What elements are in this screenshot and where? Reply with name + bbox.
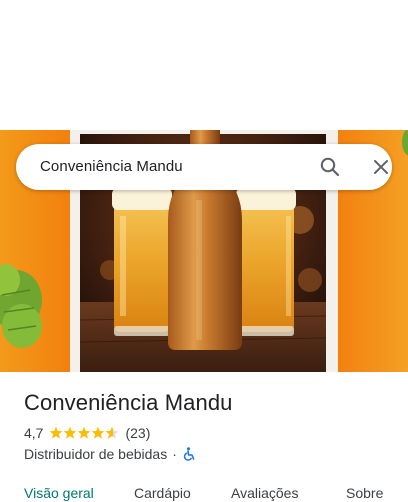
- tab-reviews[interactable]: Avaliações: [231, 485, 298, 501]
- search-bar[interactable]: Conveniência Mandu: [16, 144, 392, 190]
- close-icon[interactable]: [369, 155, 393, 179]
- place-category[interactable]: Distribuidor de bebidas: [24, 446, 167, 462]
- star-icon: [64, 426, 77, 439]
- category-row: Distribuidor de bebidas ·: [24, 445, 196, 463]
- star-rating: [49, 426, 119, 440]
- place-title: Conveniência Mandu: [24, 390, 233, 415]
- review-count[interactable]: (23): [125, 425, 150, 441]
- rating-value: 4,7: [24, 425, 44, 441]
- place-info-panel: Conveniência Mandu 4,7 (23) Distribuidor…: [0, 372, 408, 502]
- map-area-blank: [0, 0, 408, 130]
- tab-menu[interactable]: Cardápio: [134, 485, 191, 501]
- place-tabs: Visão geral Cardápio Avaliações Sobre: [0, 482, 408, 502]
- star-icon: [92, 426, 105, 439]
- rating-row[interactable]: 4,7 (23): [24, 424, 150, 442]
- wheelchair-icon[interactable]: [182, 447, 196, 461]
- search-icon[interactable]: [318, 155, 342, 179]
- tab-overview[interactable]: Visão geral: [24, 485, 94, 501]
- star-icon: [78, 426, 91, 439]
- search-input[interactable]: Conveniência Mandu: [40, 158, 183, 175]
- separator-dot: ·: [172, 446, 177, 462]
- star-half-icon: [106, 426, 119, 439]
- star-icon: [50, 426, 63, 439]
- tab-about[interactable]: Sobre: [346, 485, 383, 501]
